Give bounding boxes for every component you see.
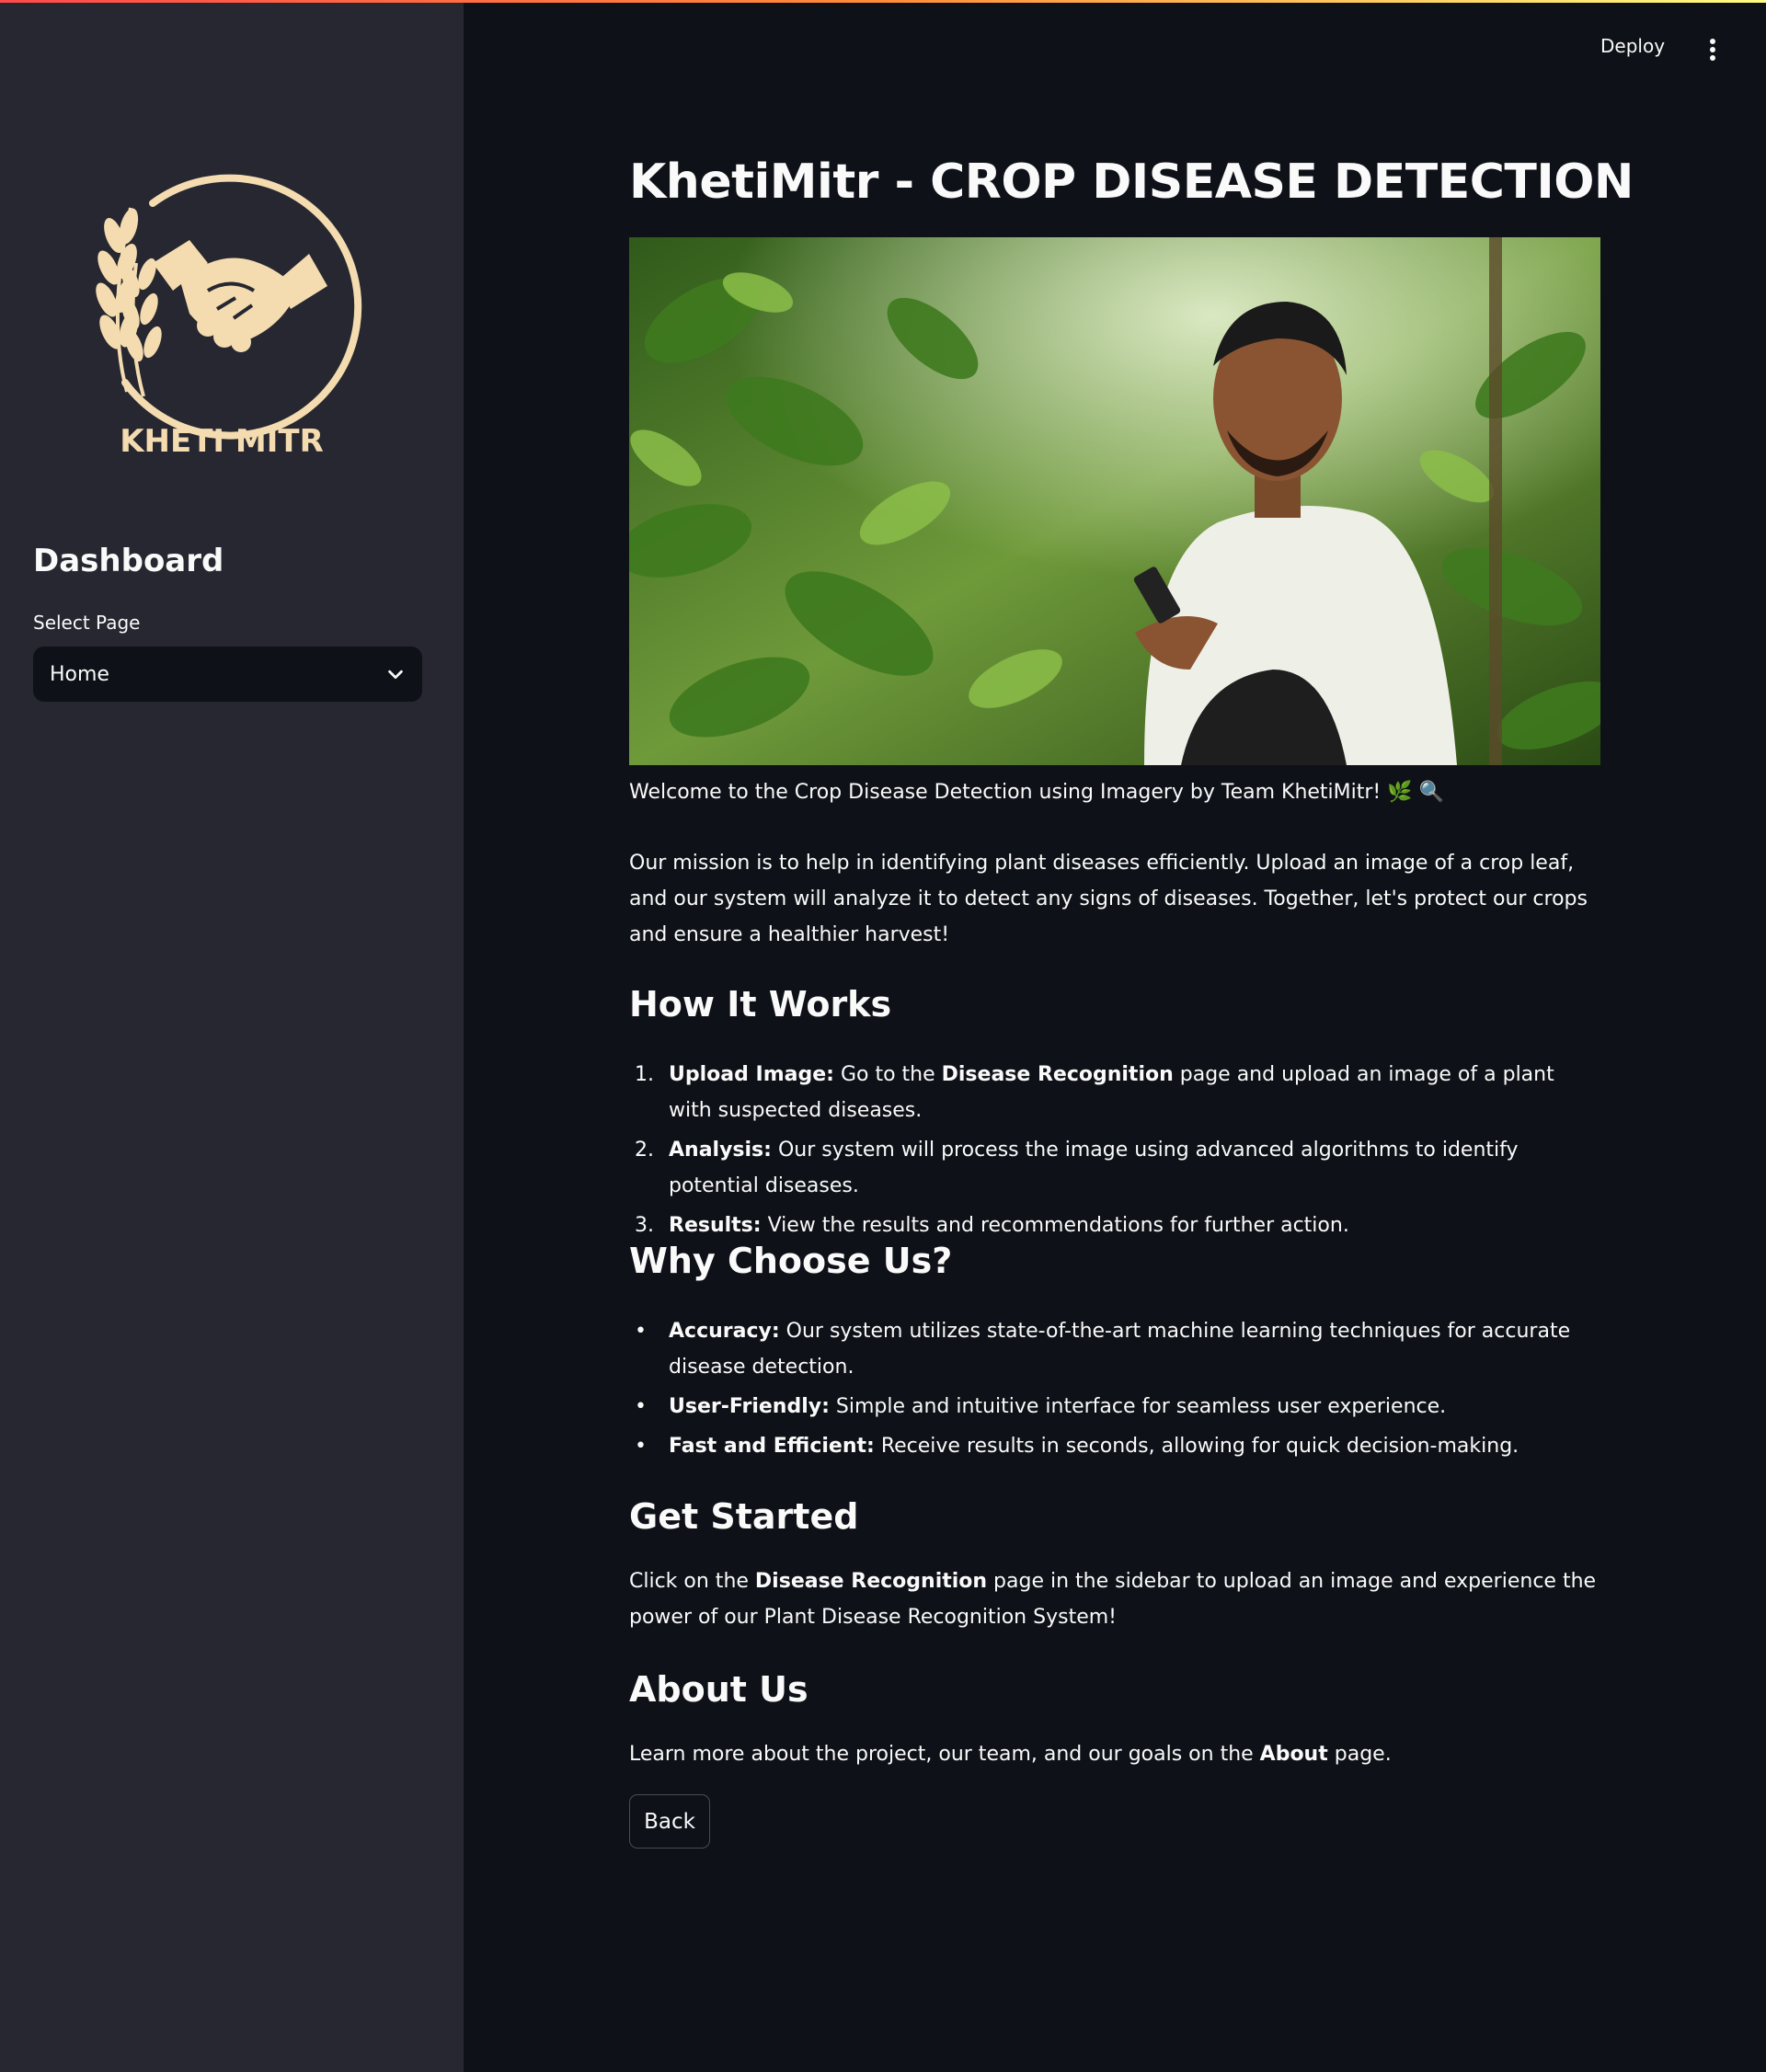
kheti-mitr-logo: KHETI MITR bbox=[70, 153, 373, 470]
sidebar: KHETI MITR Dashboard Select Page Home bbox=[0, 0, 464, 2072]
page-title: KhetiMitr - CROP DISEASE DETECTION bbox=[629, 155, 1634, 210]
about-us-heading: About Us bbox=[629, 1669, 808, 1710]
hero-image bbox=[629, 237, 1600, 765]
list-item: 2. Analysis: Our system will process the… bbox=[635, 1139, 1519, 1197]
mission-text: Our mission is to help in identifying pl… bbox=[629, 852, 1588, 946]
leaf-magnifier-emoji: 🌿 🔍 bbox=[1387, 781, 1445, 804]
top-accent-bar bbox=[0, 0, 1766, 3]
list-item: • User-Friendly: Simple and intuitive in… bbox=[635, 1395, 1447, 1418]
how-it-works-heading: How It Works bbox=[629, 984, 892, 1025]
deploy-button[interactable]: Deploy bbox=[1600, 35, 1665, 57]
more-options-icon[interactable] bbox=[1703, 37, 1722, 63]
get-started-text: Click on the Disease Recognition page in… bbox=[629, 1570, 1597, 1629]
page-select-value: Home bbox=[50, 662, 109, 686]
why-choose-us-list: • Accuracy: Our system utilizes state-of… bbox=[629, 1313, 1600, 1468]
about-us-text: Learn more about the project, our team, … bbox=[629, 1743, 1392, 1766]
list-item: 1. Upload Image: Go to the Disease Recog… bbox=[635, 1063, 1554, 1122]
page-select-dropdown[interactable]: Home bbox=[33, 647, 422, 702]
why-choose-us-heading: Why Choose Us? bbox=[629, 1241, 953, 1281]
list-item: 3. Results: View the results and recomme… bbox=[635, 1214, 1349, 1237]
how-it-works-list: 1. Upload Image: Go to the Disease Recog… bbox=[629, 1057, 1600, 1247]
back-button[interactable]: Back bbox=[629, 1794, 710, 1849]
welcome-text: Welcome to the Crop Disease Detection us… bbox=[629, 781, 1445, 804]
get-started-heading: Get Started bbox=[629, 1496, 859, 1537]
select-page-label: Select Page bbox=[33, 612, 141, 634]
sidebar-heading: Dashboard bbox=[33, 543, 224, 579]
logo-text: KHETI MITR bbox=[120, 423, 324, 460]
list-item: • Accuracy: Our system utilizes state-of… bbox=[635, 1320, 1571, 1379]
list-item: • Fast and Efficient: Receive results in… bbox=[635, 1435, 1519, 1458]
chevron-down-icon bbox=[388, 670, 403, 680]
